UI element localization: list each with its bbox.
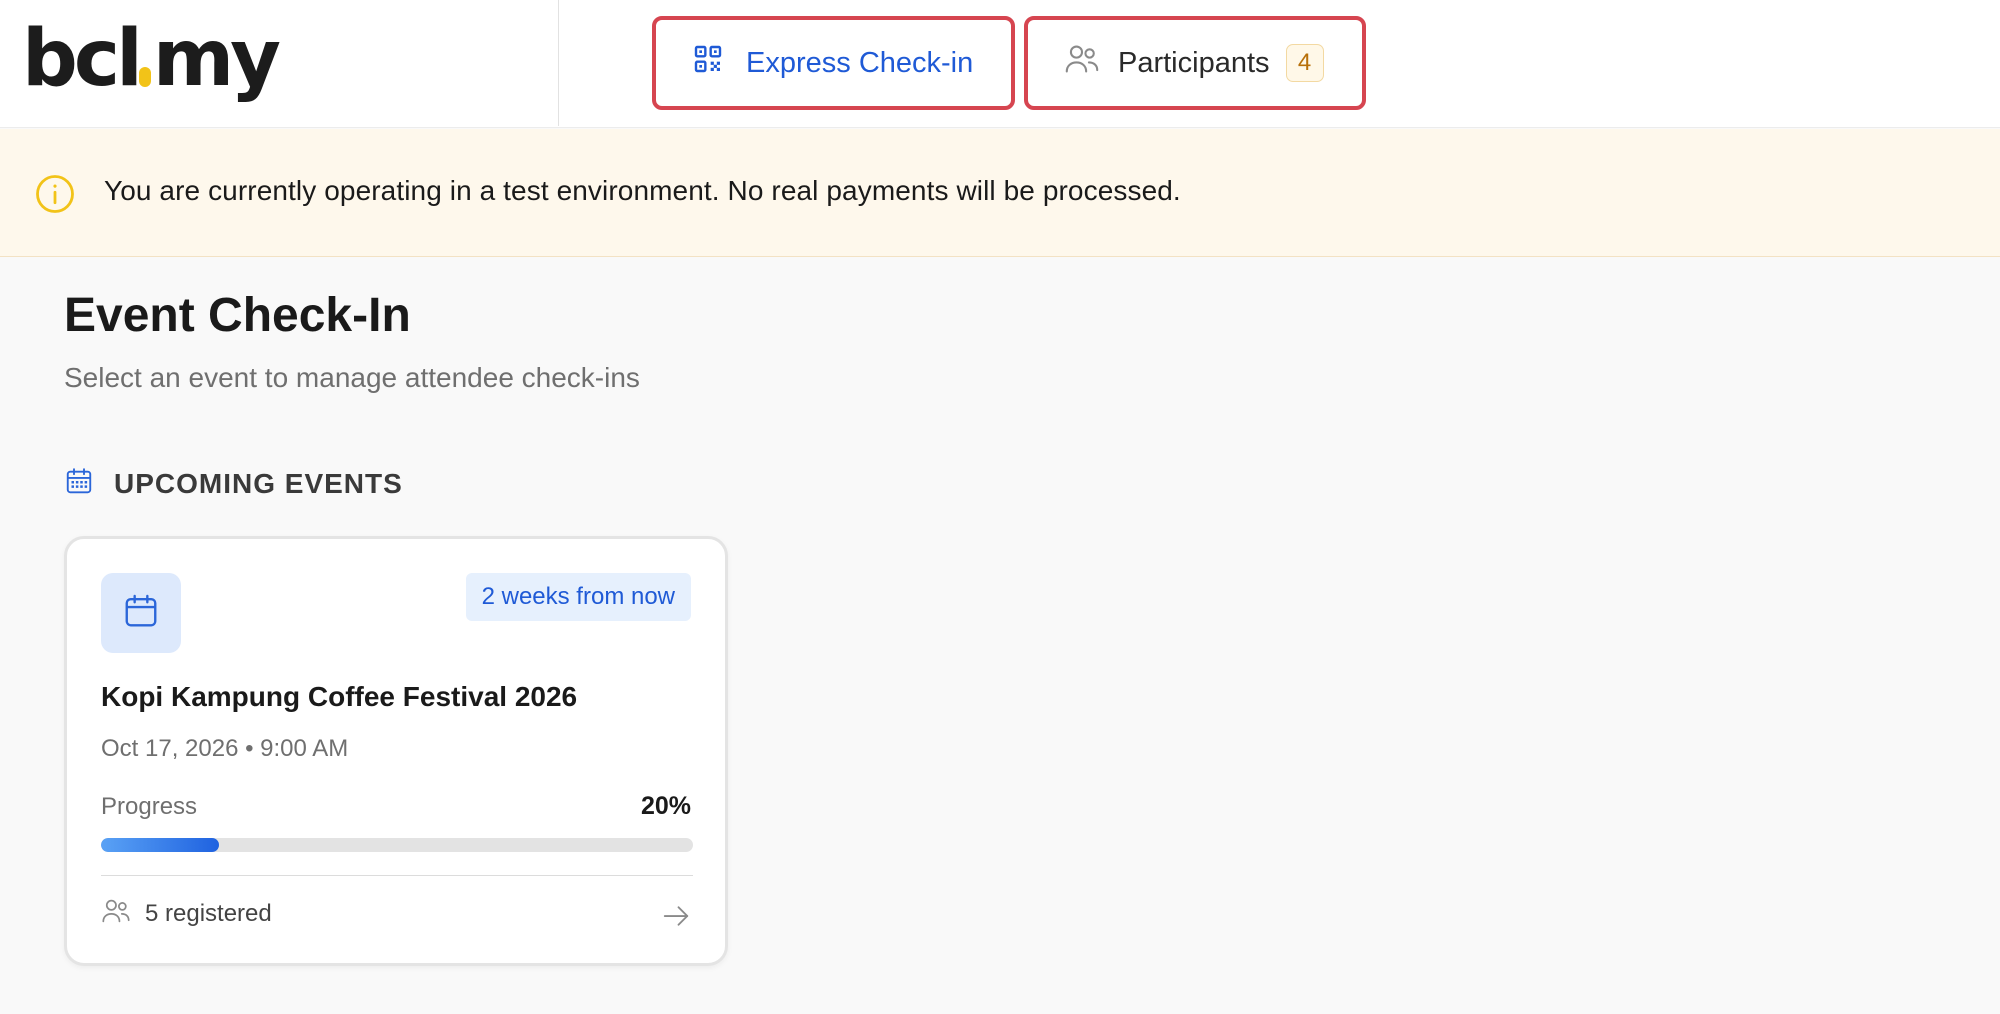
logo-dot xyxy=(138,67,151,87)
event-date-time: Oct 17, 2026 • 9:00 AM xyxy=(101,735,349,762)
users-icon xyxy=(101,897,131,930)
progress-bar xyxy=(101,838,693,852)
page-title: Event Check-In xyxy=(64,289,411,342)
top-header: bcl my Express Check-in Participants 4 xyxy=(0,0,2000,128)
participants-label: Participants xyxy=(1118,46,1270,79)
participants-button[interactable]: Participants 4 xyxy=(1024,16,1366,110)
event-card[interactable]: 2 weeks from now Kopi Kampung Coffee Fes… xyxy=(64,536,728,966)
relative-time-badge: 2 weeks from now xyxy=(465,573,691,621)
event-calendar-tile xyxy=(101,573,181,653)
registered-count: 5 registered xyxy=(101,897,272,930)
banner-message: You are currently operating in a test en… xyxy=(104,175,1181,206)
page-subtitle: Select an event to manage attendee check… xyxy=(64,362,640,393)
progress-label: Progress xyxy=(101,793,198,820)
test-environment-banner: You are currently operating in a test en… xyxy=(0,129,2000,257)
header-divider xyxy=(558,0,559,126)
upcoming-events-label: UPCOMING EVENTS xyxy=(114,467,403,499)
participants-count-badge: 4 xyxy=(1285,44,1324,82)
express-checkin-label: Express Check-in xyxy=(746,46,974,79)
logo-text-right: my xyxy=(152,14,281,104)
info-icon xyxy=(34,173,76,220)
users-icon xyxy=(1064,42,1100,84)
event-title: Kopi Kampung Coffee Festival 2026 xyxy=(101,681,578,712)
app-logo[interactable]: bcl my xyxy=(22,14,281,104)
calendar-icon xyxy=(122,592,160,635)
logo-text-left: bcl xyxy=(22,14,143,104)
arrow-right-icon[interactable] xyxy=(661,901,691,936)
express-checkin-button[interactable]: Express Check-in xyxy=(652,16,1015,110)
qr-code-icon xyxy=(692,43,724,83)
calendar-icon xyxy=(64,466,94,501)
progress-bar-fill xyxy=(101,838,220,852)
registered-count-text: 5 registered xyxy=(145,899,272,927)
card-divider xyxy=(101,875,693,876)
upcoming-events-heading: UPCOMING EVENTS xyxy=(64,466,403,501)
progress-value: 20% xyxy=(640,792,691,820)
